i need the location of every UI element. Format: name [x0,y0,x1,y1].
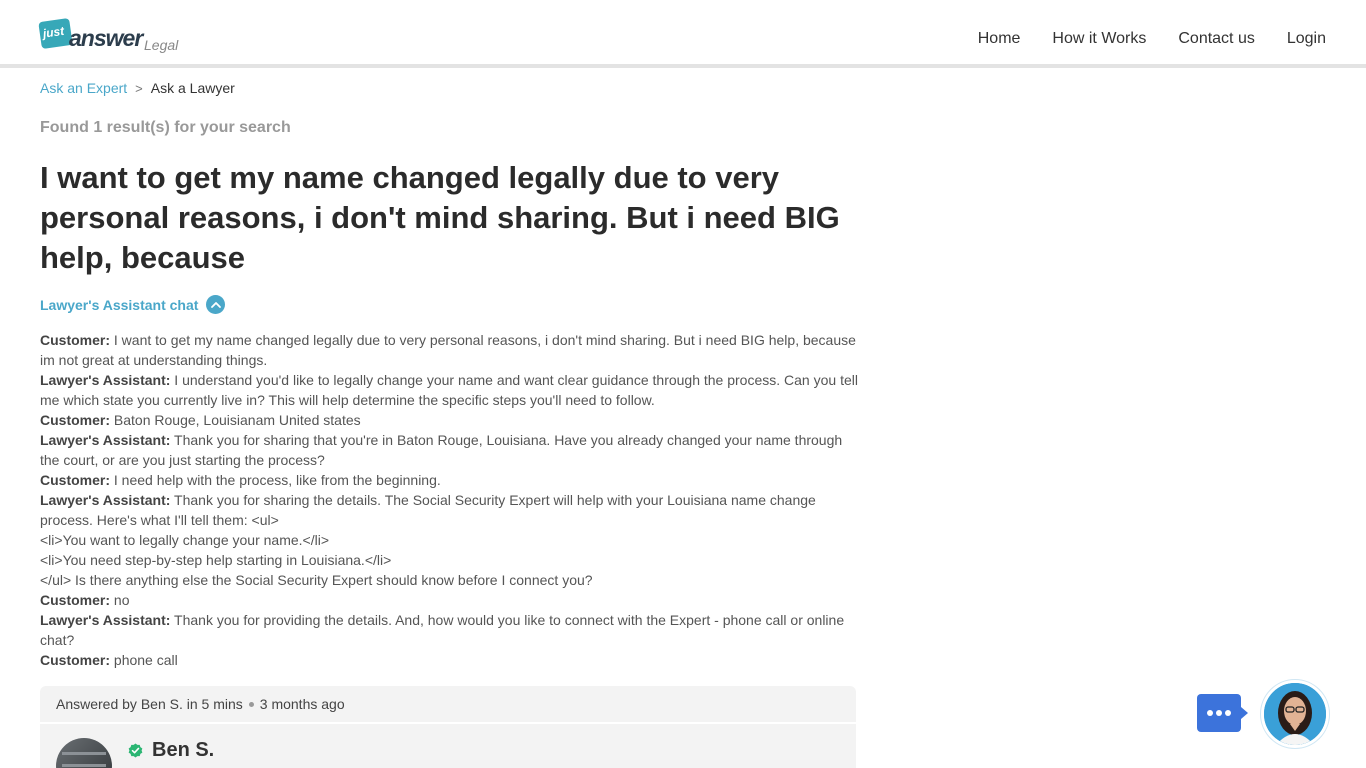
verified-check-icon [128,743,143,758]
transcript-speaker: Customer: [40,592,111,608]
nav-how-it-works[interactable]: How it Works [1052,30,1146,48]
transcript-text: </ul> Is there anything else the Social … [40,572,593,588]
search-result-count: Found 1 result(s) for your search [40,119,291,136]
transcript-speaker: Customer: [40,652,111,668]
card-divider [40,722,856,724]
nav-home[interactable]: Home [978,30,1021,48]
transcript-line: </ul> Is there anything else the Social … [40,570,860,590]
question-title: I want to get my name changed legally du… [40,160,840,275]
transcript-speaker: Customer: [40,472,111,488]
transcript-speaker: Lawyer's Assistant: [40,432,171,448]
transcript-text: I need help with the process, like from … [110,472,441,488]
transcript-speaker: Lawyer's Assistant: [40,372,171,388]
transcript-text: I want to get my name changed legally du… [40,332,856,368]
logo-wordmark: answer [69,25,143,51]
transcript-line: Lawyer's Assistant: Thank you for sharin… [40,430,860,470]
transcript-line: Customer: Baton Rouge, Louisianam United… [40,410,860,430]
open-chat-button[interactable] [1197,694,1248,732]
transcript-line: Customer: I want to get my name changed … [40,330,860,370]
answered-by-text: Answered by Ben S. in 5 mins [56,696,243,712]
logo-badge-text: just [41,23,66,41]
nav-contact-us[interactable]: Contact us [1178,30,1254,48]
transcript-speaker: Customer: [40,412,111,428]
transcript-line: Lawyer's Assistant: Thank you for provid… [40,610,860,650]
chevron-up-icon[interactable] [206,295,226,314]
answer-card: Answered by Ben S. in 5 mins 3 months ag… [40,686,856,768]
assistant-chat-label: Lawyer's Assistant chat [40,296,199,313]
breadcrumb-ask-an-expert[interactable]: Ask an Expert [40,80,127,96]
answer-time: 3 months ago [259,696,345,712]
transcript-speaker: Lawyer's Assistant: [40,612,171,628]
transcript-line: Customer: phone call [40,650,860,670]
transcript-text: Baton Rouge, Louisianam United states [110,412,361,428]
transcript-speaker: Lawyer's Assistant: [40,492,171,508]
chat-transcript: Customer: I want to get my name changed … [40,330,860,670]
expert-avatar[interactable] [56,738,112,768]
breadcrumb-current: Ask a Lawyer [150,80,235,96]
transcript-line: Lawyer's Assistant: I understand you'd l… [40,370,860,410]
ellipsis-dot [1225,710,1231,716]
logo-category: Legal [144,37,179,53]
transcript-text: phone call [110,652,178,668]
logo-badge: just [38,17,73,50]
meta-separator-dot [248,701,254,707]
transcript-line: Customer: no [40,590,860,610]
transcript-text: <li>You want to legally change your name… [40,532,330,548]
breadcrumb-separator: > [135,80,143,96]
transcript-text: no [110,592,130,608]
transcript-line: Customer: I need help with the process, … [40,470,860,490]
ellipsis-icon [1207,710,1213,716]
transcript-speaker: Customer: [40,332,111,348]
transcript-line: <li>You need step-by-step help starting … [40,550,860,570]
breadcrumb: Ask an Expert > Ask a Lawyer [40,80,235,96]
site-header: just answer Legal Home How it Works Cont… [0,0,1366,68]
justanswer-logo[interactable]: just answer Legal [38,17,190,54]
transcript-line: Lawyer's Assistant: Thank you for sharin… [40,490,860,530]
answer-meta: Answered by Ben S. in 5 mins 3 months ag… [56,696,345,712]
nav-login[interactable]: Login [1287,30,1326,48]
assistant-avatar[interactable] [1261,680,1329,748]
assistant-chat-toggle[interactable]: Lawyer's Assistant chat [40,295,226,314]
transcript-text: <li>You need step-by-step help starting … [40,552,392,568]
ellipsis-dot [1216,710,1222,716]
main-nav: Home How it Works Contact us Login [978,30,1326,48]
transcript-line: <li>You want to legally change your name… [40,530,860,550]
assistant-portrait-icon [1264,683,1326,745]
expert-name[interactable]: Ben S. [152,739,214,762]
